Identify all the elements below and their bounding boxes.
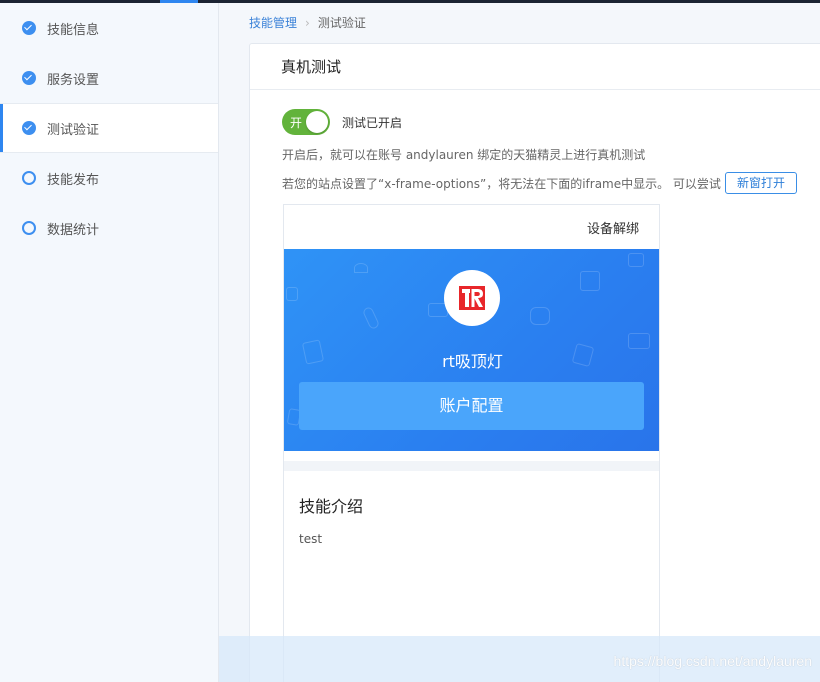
- sidebar: 技能信息 服务设置 测试验证 技能发布 数据统计: [0, 3, 219, 682]
- skill-name: rt吸顶灯: [442, 352, 503, 371]
- book-decor-icon: [628, 333, 650, 349]
- music-decor-icon: [361, 305, 381, 331]
- unbind-device-link[interactable]: 设备解绑: [587, 218, 639, 237]
- device-header: 设备解绑: [284, 205, 659, 249]
- sidebar-item-label: 技能发布: [47, 172, 100, 188]
- real-device-test-panel: 真机测试 开 测试已开启 开启后，就可以在账号 andylauren 绑定的天猫…: [249, 43, 820, 682]
- sidebar-item-label: 技能信息: [47, 22, 100, 38]
- chevron-right-icon: ›: [305, 15, 310, 30]
- toggle-status-text: 测试已开启: [342, 115, 403, 130]
- sidebar-item-label: 服务设置: [47, 72, 100, 88]
- check-circle-icon: [22, 71, 36, 85]
- skill-intro-title: 技能介绍: [299, 497, 364, 516]
- iframe-notice-text: 若您的站点设置了“x-frame-options”，将无法在下面的iframe中…: [282, 176, 721, 191]
- chart-decor-icon: [580, 271, 600, 291]
- device-decor-icon: [286, 287, 298, 301]
- test-toggle-switch[interactable]: 开: [282, 109, 330, 135]
- check-circle-icon: [22, 21, 36, 35]
- section-divider: [284, 461, 659, 471]
- test-description: 开启后，就可以在账号 andylauren 绑定的天猫精灵上进行真机测试: [282, 148, 646, 162]
- iframe-notice: 若您的站点设置了“x-frame-options”，将无法在下面的iframe中…: [282, 172, 797, 194]
- watermark: https://blog.csdn.net/andylauren: [613, 653, 812, 669]
- sidebar-item-test-verify[interactable]: 测试验证: [0, 103, 218, 153]
- breadcrumb-link-skill-management[interactable]: 技能管理: [249, 14, 297, 31]
- skill-intro-text: test: [299, 532, 323, 546]
- toggle-on-label: 开: [290, 116, 303, 130]
- breadcrumb-current: 测试验证: [317, 16, 366, 30]
- sidebar-item-skill-info[interactable]: 技能信息: [0, 3, 218, 53]
- open-new-window-button[interactable]: 新窗打开: [724, 172, 797, 194]
- skill-logo: [444, 270, 500, 326]
- sidebar-item-label: 数据统计: [47, 222, 100, 238]
- skill-logo-icon: [459, 286, 485, 310]
- sidebar-item-data-stats[interactable]: 数据统计: [0, 203, 218, 253]
- tv-decor-icon: [628, 253, 644, 267]
- device-preview-frame: 设备解绑 rt吸顶灯 账户配置 技能介绍 test: [283, 204, 660, 682]
- toggle-knob: [306, 111, 328, 133]
- test-toggle-row: 开 测试已开启: [282, 109, 402, 135]
- check-circle-icon: [22, 121, 36, 135]
- sidebar-item-label: 测试验证: [47, 122, 100, 138]
- breadcrumb: 技能管理 › 测试验证: [249, 14, 366, 31]
- panel-title: 真机测试: [250, 44, 820, 90]
- account-config-button[interactable]: 账户配置: [299, 382, 644, 430]
- circle-icon: [22, 221, 36, 235]
- skill-banner: rt吸顶灯 账户配置: [284, 249, 659, 451]
- sidebar-item-service-settings[interactable]: 服务设置: [0, 53, 218, 103]
- cup-decor-icon: [530, 307, 550, 325]
- wifi-decor-icon: [354, 263, 368, 273]
- circle-icon: [22, 171, 36, 185]
- sidebar-item-skill-publish[interactable]: 技能发布: [0, 153, 218, 203]
